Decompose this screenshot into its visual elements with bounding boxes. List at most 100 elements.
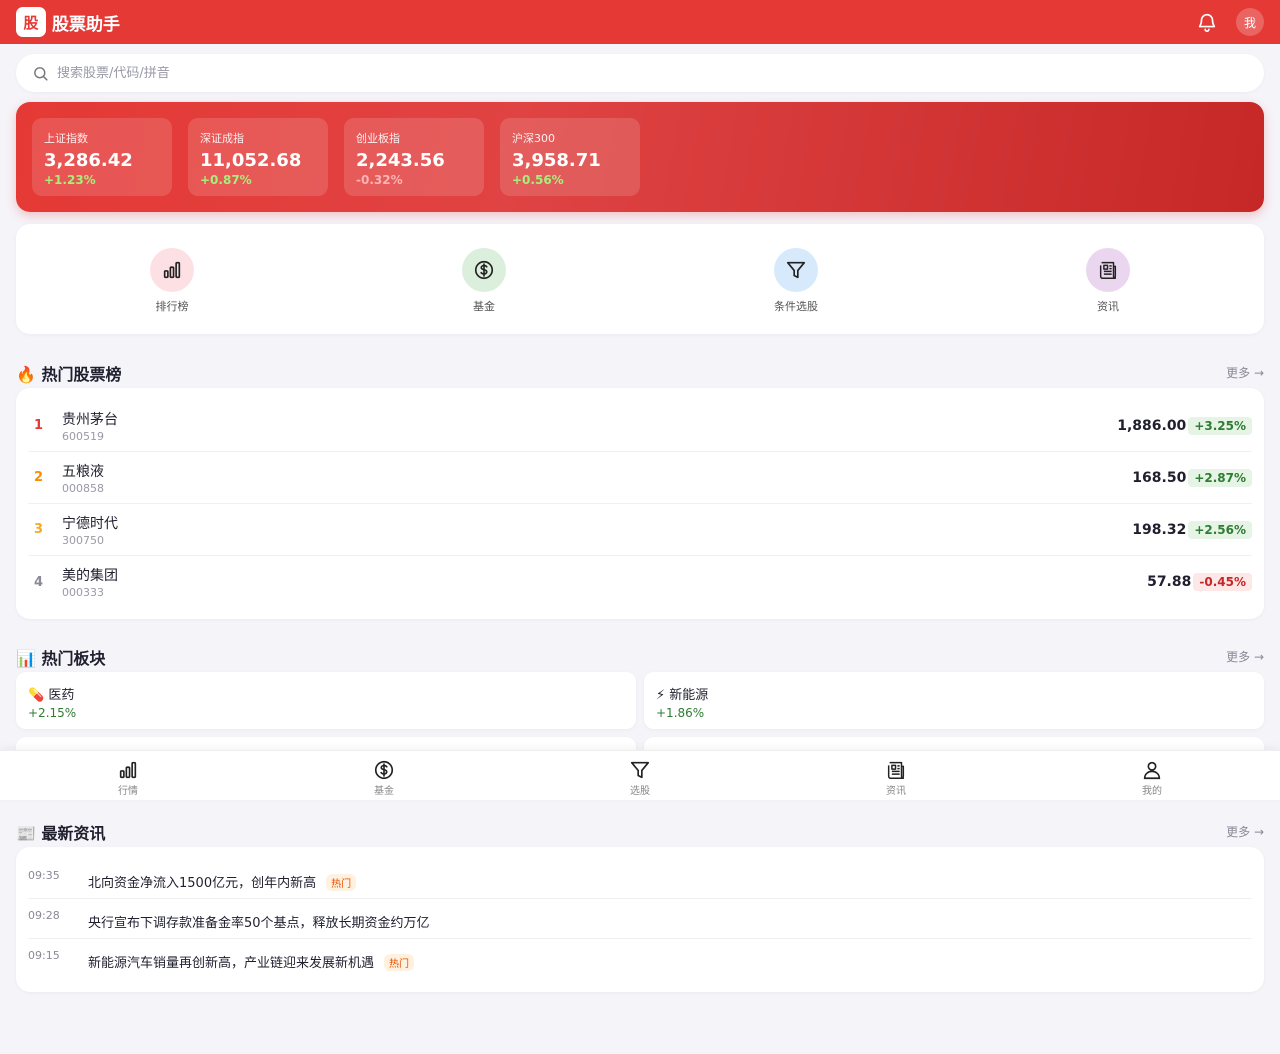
bottom-nav-item[interactable]: 我的 <box>1024 751 1280 800</box>
stock-row[interactable]: 4 美的集团 000333 57.88 -0.45% <box>28 556 1252 608</box>
bottom-nav-item[interactable]: 行情 <box>0 751 256 800</box>
index-name: 沪深300 <box>512 132 555 145</box>
bell-icon[interactable] <box>1196 11 1218 33</box>
bottom-navigation: 行情 基金 选股 资讯 我的 <box>0 750 1280 800</box>
bar-chart-icon <box>117 759 139 781</box>
hot-stocks-more-link[interactable]: 更多 → <box>1226 364 1264 381</box>
quick-action-item[interactable]: 资讯 <box>1028 248 1188 314</box>
sector-name: ⚡ 新能源 <box>656 688 709 703</box>
search-bar[interactable] <box>16 54 1264 92</box>
news-more-link[interactable]: 更多 → <box>1226 823 1264 840</box>
stock-code: 600519 <box>62 429 104 443</box>
newspaper-icon <box>885 759 907 781</box>
search-input[interactable] <box>57 65 1248 81</box>
quick-action-label: 排行榜 <box>155 300 189 313</box>
index-name: 上证指数 <box>44 132 88 145</box>
stock-price: 57.88 <box>1147 574 1192 590</box>
index-value: 3,958.71 <box>512 150 601 171</box>
sector-name: 💊 医药 <box>28 688 75 703</box>
news-headline: 北向资金净流入1500亿元，创年内新高 <box>88 876 317 891</box>
bottom-nav-label: 基金 <box>374 786 394 797</box>
stock-row[interactable]: 3 宁德时代 300750 198.32 +2.56% <box>28 504 1252 556</box>
index-value: 2,243.56 <box>356 150 445 171</box>
quick-action-label: 条件选股 <box>774 300 818 313</box>
news-time: 09:28 <box>28 909 60 922</box>
news-time: 09:35 <box>28 869 60 882</box>
stock-rank: 4 <box>34 574 44 590</box>
quick-action-item[interactable]: 排行榜 <box>92 248 252 314</box>
bottom-nav-label: 选股 <box>630 786 650 797</box>
stock-code: 000333 <box>62 586 104 599</box>
bottom-nav-item[interactable]: 资讯 <box>768 751 1024 800</box>
stock-rank: 2 <box>34 470 44 485</box>
quick-action-item[interactable]: 基金 <box>404 248 564 314</box>
index-name: 创业板指 <box>356 132 400 145</box>
news-item[interactable]: 09:15 新能源汽车销量再创新高，产业链迎来发展新机遇 热门 <box>28 939 1252 979</box>
index-name: 深证成指 <box>200 132 244 145</box>
news-headline: 央行宣布下调存款准备金率50个基点，释放长期资金约万亿 <box>88 916 430 931</box>
bottom-nav-label: 我的 <box>1142 786 1162 797</box>
market-index-banner: 上证指数 3,286.42 +1.23% 深证成指 11,052.68 +0.87… <box>16 102 1264 212</box>
stock-row[interactable]: 2 五粮液 000858 168.50 +2.87% <box>28 452 1252 504</box>
sector-change: +2.15% <box>28 706 77 720</box>
news-item[interactable]: 09:28 央行宣布下调存款准备金率50个基点，释放长期资金约万亿 <box>28 899 1252 939</box>
news-item[interactable]: 09:35 北向资金净流入1500亿元，创年内新高 热门 <box>28 859 1252 899</box>
bar-chart-icon <box>150 248 194 292</box>
hot-stocks-list: 1 贵州茅台 600519 1,886.00 +3.25% 2 五粮液 00085… <box>16 388 1264 619</box>
news-time: 09:15 <box>28 949 60 962</box>
index-change: +0.56% <box>512 173 564 187</box>
app-header: 股 股票助手 我 <box>0 0 1280 44</box>
stock-change-badge: +3.25% <box>1188 416 1252 435</box>
filter-icon <box>629 759 651 781</box>
hot-stocks-title: 🔥 热门股票榜 <box>16 365 122 384</box>
brand[interactable]: 股 股票助手 <box>16 7 120 37</box>
index-change: +1.23% <box>44 173 96 187</box>
sectors-title: 📊 热门板块 <box>16 649 106 668</box>
dollar-circle-icon <box>373 759 395 781</box>
bottom-nav-label: 行情 <box>118 786 138 797</box>
index-card[interactable]: 沪深300 3,958.71 +0.56% <box>500 118 640 196</box>
index-change: -0.32% <box>356 173 403 187</box>
news-headline: 新能源汽车销量再创新高，产业链迎来发展新机遇 <box>88 956 375 971</box>
stock-change-badge: +2.56% <box>1188 520 1252 539</box>
index-card[interactable]: 创业板指 2,243.56 -0.32% <box>344 118 484 196</box>
news-title: 📰 最新资讯 <box>16 824 106 843</box>
stock-code: 300750 <box>62 533 104 547</box>
stock-price: 168.50 <box>1132 469 1187 486</box>
index-value: 3,286.42 <box>44 150 133 171</box>
index-value: 11,052.68 <box>200 150 302 171</box>
search-icon <box>34 66 48 81</box>
index-card[interactable]: 深证成指 11,052.68 +0.87% <box>188 118 328 196</box>
user-icon <box>1141 759 1163 781</box>
stock-price: 1,886.00 <box>1117 417 1187 434</box>
news-list: 09:35 北向资金净流入1500亿元，创年内新高 热门 09:28 央行宣布下调存… <box>16 847 1264 992</box>
newspaper-icon <box>1086 248 1130 292</box>
stock-rank: 1 <box>34 418 44 433</box>
hot-tag-badge: 热门 <box>326 874 357 891</box>
sectors-more-link[interactable]: 更多 → <box>1226 648 1264 665</box>
hot-tag-badge: 热门 <box>384 954 415 971</box>
stock-price: 198.32 <box>1132 521 1187 538</box>
quick-action-item[interactable]: 条件选股 <box>716 248 876 314</box>
sector-change: +1.86% <box>656 706 705 720</box>
stock-change-badge: +2.87% <box>1188 468 1252 487</box>
avatar[interactable]: 我 <box>1236 8 1264 36</box>
quick-actions: 排行榜 基金 条件选股 资讯 <box>16 224 1264 334</box>
quick-action-label: 基金 <box>473 300 495 313</box>
bottom-nav-item[interactable]: 选股 <box>512 751 768 800</box>
dollar-circle-icon <box>462 248 506 292</box>
stock-code: 000858 <box>62 481 104 495</box>
app-title: 股票助手 <box>52 14 120 35</box>
stock-name: 五粮液 <box>62 463 104 480</box>
app-logo: 股 <box>16 7 46 37</box>
bottom-nav-item[interactable]: 基金 <box>256 751 512 800</box>
index-card[interactable]: 上证指数 3,286.42 +1.23% <box>32 118 172 196</box>
sector-card[interactable]: 💊 医药 +2.15% <box>16 672 636 729</box>
stock-name: 宁德时代 <box>62 515 118 532</box>
sector-card[interactable]: ⚡ 新能源 +1.86% <box>644 672 1264 729</box>
stock-change-badge: -0.45% <box>1193 573 1252 591</box>
bottom-nav-label: 资讯 <box>886 786 906 797</box>
stock-row[interactable]: 1 贵州茅台 600519 1,886.00 +3.25% <box>28 400 1252 452</box>
stock-name: 贵州茅台 <box>62 411 118 428</box>
filter-icon <box>774 248 818 292</box>
